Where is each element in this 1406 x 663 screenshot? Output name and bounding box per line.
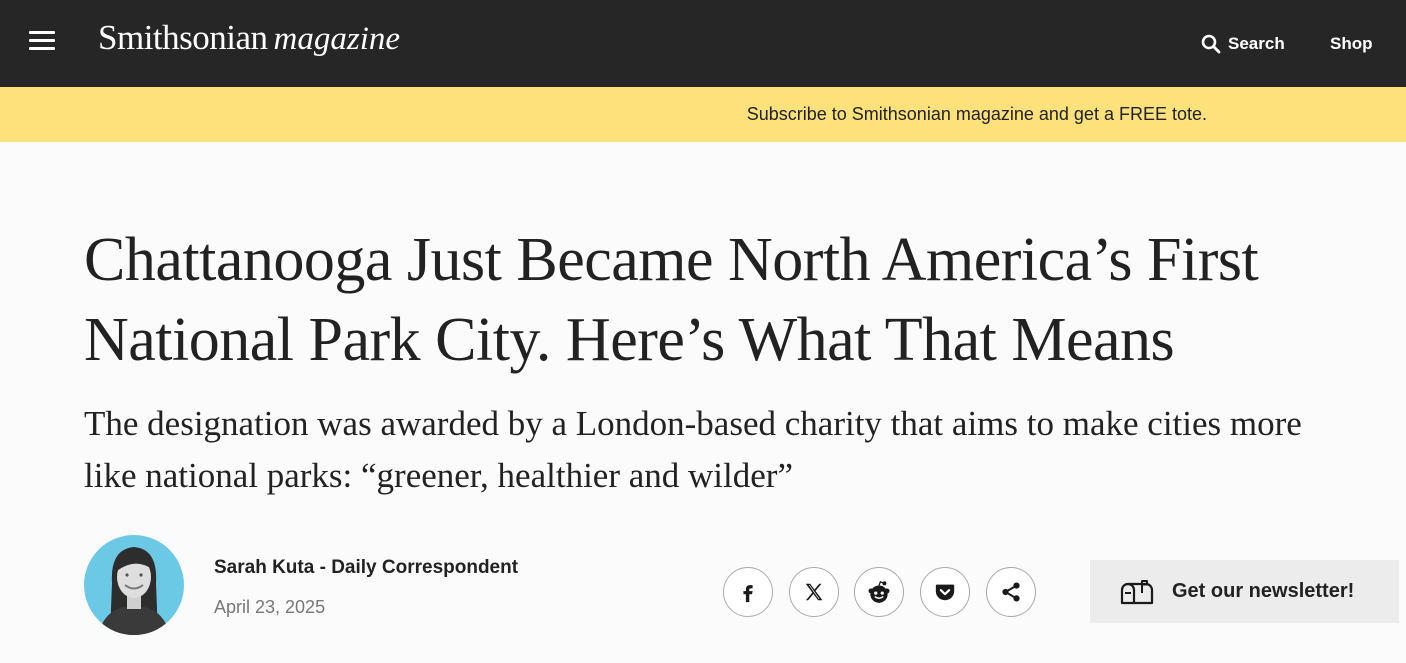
facebook-share-button[interactable] — [723, 567, 773, 617]
pocket-share-button[interactable] — [920, 567, 970, 617]
share-icon — [1002, 582, 1020, 602]
dek-line-1: The designation was awarded by a London-… — [84, 404, 1302, 443]
newsletter-label: Get our newsletter! — [1172, 580, 1355, 602]
article-headline: Chattanooga Just Became North America’s … — [84, 220, 1374, 380]
author-name[interactable]: Sarah Kuta - Daily Correspondent — [214, 557, 518, 579]
x-share-button[interactable] — [789, 567, 839, 617]
top-nav-bar: Smithsonian magazine Search Shop — [0, 0, 1406, 87]
headline-line-1: Chattanooga Just Became North America’s … — [84, 226, 1259, 294]
facebook-icon — [743, 585, 753, 603]
subscribe-promo-link[interactable]: Subscribe to Smithsonian magazine and ge… — [747, 104, 1207, 125]
logo-subtitle: magazine — [273, 21, 401, 57]
article-dek: The designation was awarded by a London-… — [84, 398, 1384, 502]
dek-line-2: like national parks: “greener, healthier… — [84, 456, 793, 495]
more-share-button[interactable] — [986, 567, 1036, 617]
search-button[interactable]: Search — [1201, 32, 1285, 56]
x-icon — [805, 583, 823, 601]
hamburger-menu-icon[interactable] — [29, 31, 55, 51]
publish-date: April 23, 2025 — [214, 597, 326, 617]
shop-link[interactable]: Shop — [1330, 32, 1373, 56]
newsletter-button[interactable]: Get our newsletter! — [1090, 560, 1399, 623]
mailbox-icon — [1120, 579, 1154, 605]
pocket-icon — [935, 584, 955, 601]
headline-line-2: National Park City. Here’s What That Mea… — [84, 306, 1175, 374]
logo-wordmark: Smithsonian — [98, 18, 268, 57]
promo-banner: Subscribe to Smithsonian magazine and ge… — [0, 87, 1406, 142]
author-avatar[interactable] — [84, 535, 184, 635]
search-icon — [1201, 34, 1221, 54]
search-label: Search — [1228, 34, 1285, 53]
reddit-share-button[interactable] — [854, 567, 904, 617]
site-logo[interactable]: Smithsonian magazine — [98, 18, 400, 58]
reddit-icon — [868, 580, 890, 603]
